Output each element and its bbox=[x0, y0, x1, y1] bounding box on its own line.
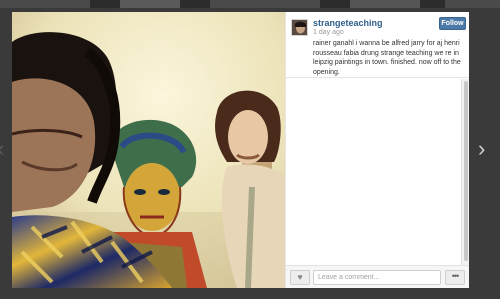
photo-image bbox=[12, 12, 285, 288]
avatar[interactable] bbox=[291, 19, 308, 36]
strip-thumb bbox=[0, 0, 90, 8]
scrollbar-thumb[interactable] bbox=[464, 81, 468, 261]
post-caption: rainer ganahl i wanna be alfred jarry fo… bbox=[313, 40, 461, 76]
post-panel: strangeteaching 1 day ago Follow rainer … bbox=[285, 12, 469, 288]
post-header: strangeteaching 1 day ago Follow rainer … bbox=[286, 12, 469, 78]
scrollbar[interactable] bbox=[461, 79, 469, 265]
top-strip bbox=[0, 0, 500, 8]
avatar-image bbox=[292, 20, 307, 35]
post-timestamp: 1 day ago bbox=[313, 29, 344, 36]
more-icon: ••• bbox=[451, 271, 460, 281]
strip-thumb bbox=[445, 0, 500, 8]
username-link[interactable]: strangeteaching bbox=[313, 18, 383, 28]
photo-modal: strangeteaching 1 day ago Follow rainer … bbox=[12, 12, 469, 288]
comment-input[interactable] bbox=[313, 270, 441, 285]
chevron-right-icon[interactable]: › bbox=[478, 138, 485, 160]
heart-icon: ♥ bbox=[297, 272, 303, 282]
follow-button[interactable]: Follow bbox=[439, 17, 466, 30]
strip-thumb bbox=[210, 0, 320, 8]
strip-thumb bbox=[350, 0, 420, 8]
more-options-button[interactable]: ••• bbox=[445, 270, 465, 285]
chevron-left-icon[interactable]: ‹ bbox=[0, 138, 4, 160]
comments-area[interactable] bbox=[286, 79, 469, 265]
like-button[interactable]: ♥ bbox=[290, 270, 310, 285]
post-photo bbox=[12, 12, 285, 288]
strip-thumb bbox=[120, 0, 180, 8]
comment-bar: ♥ ••• bbox=[286, 265, 469, 288]
